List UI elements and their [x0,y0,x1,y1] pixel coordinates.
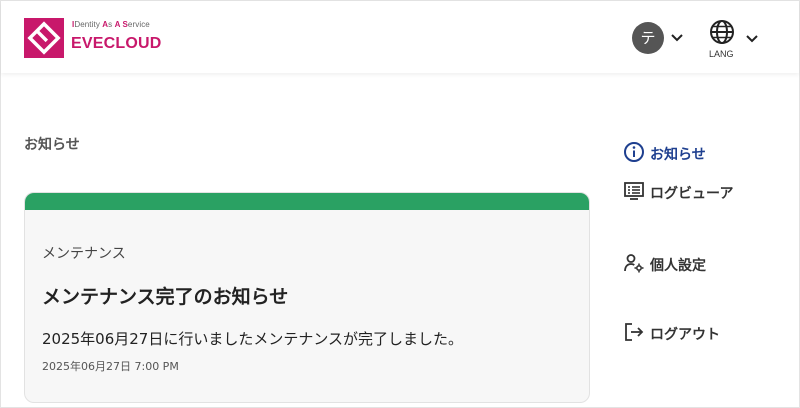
sidebar-item-label: ログアウト [650,327,720,343]
logo-name[interactable]: EVECLOUD [71,35,162,53]
language-menu-button[interactable]: LANG [707,19,763,61]
sidebar-item-personal-settings[interactable]: 個人設定 [623,252,773,276]
notice-category: メンテナンス [42,246,126,262]
info-icon [624,142,644,162]
logout-icon [625,323,644,341]
chevron-down-icon [671,34,683,42]
notice-status-bar [25,193,589,210]
user-settings-icon [624,254,644,273]
sidebar-item-logout[interactable]: ログアウト [623,321,773,345]
sidebar-item-log-viewer[interactable]: ログビューア [623,180,773,204]
evecloud-logo-icon[interactable] [24,18,64,58]
chevron-down-icon [746,35,758,43]
app-header: IDentity As A Service EVECLOUD テ LANG [1,1,799,73]
sidebar-item-label: お知らせ [650,147,706,163]
logo-tagline: IDentity As A Service [72,20,150,29]
sidebar-item-notices[interactable]: お知らせ [623,141,773,165]
sidebar-item-label: ログビューア [650,186,734,202]
notice-datetime: 2025年06月27日 7:00 PM [42,360,179,373]
globe-icon [710,20,734,44]
avatar: テ [632,22,664,54]
notice-title: メンテナンス完了のお知らせ [42,286,289,308]
page-title: お知らせ [24,137,80,153]
notice-card[interactable]: メンテナンス メンテナンス完了のお知らせ 2025年06月27日に行いましたメン… [24,192,590,403]
sidebar-item-label: 個人設定 [650,258,706,274]
log-viewer-icon [624,182,644,200]
lang-label: LANG [709,49,734,59]
user-menu-button[interactable]: テ [632,22,688,54]
notice-body: 2025年06月27日に行いましたメンテナンスが完了しました。 [42,330,464,348]
